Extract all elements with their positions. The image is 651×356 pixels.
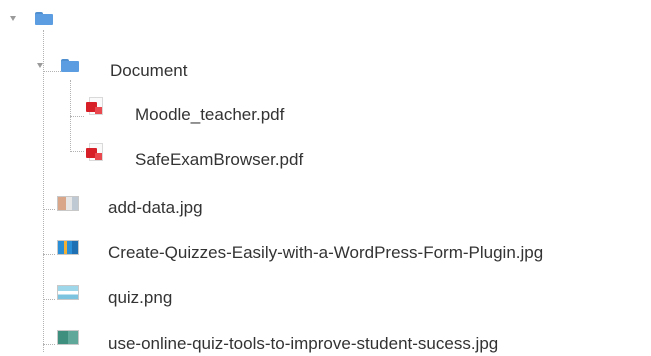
tree-connector-line [70,151,84,152]
caret-down-icon[interactable] [37,63,43,68]
tree-node-label[interactable]: Moodle_teacher.pdf [135,105,284,125]
tree-connector-line [43,30,44,352]
pdf-icon [86,143,103,161]
tree-node-label[interactable]: quiz.png [108,288,172,308]
tree-connector-line [43,254,55,255]
image-thumbnail-icon [57,285,79,300]
tree-node-label[interactable]: add-data.jpg [108,198,203,218]
file-tree: Document Moodle_teacher.pdf SafeExamBrow… [0,0,651,356]
pdf-icon [86,97,103,115]
tree-connector-line [43,344,55,345]
tree-connector-line [43,299,55,300]
tree-connector-line [43,71,61,72]
caret-down-icon[interactable] [10,16,16,21]
tree-node-label[interactable]: Create-Quizzes-Easily-with-a-WordPress-F… [108,243,543,263]
image-thumbnail-icon [57,240,79,255]
image-thumbnail-icon [57,330,79,345]
tree-connector-line [43,209,55,210]
tree-connector-line [70,116,84,117]
folder-icon [61,59,79,72]
image-thumbnail-icon [57,196,79,211]
tree-node-label[interactable]: Document [110,61,187,81]
tree-node-label[interactable]: use-online-quiz-tools-to-improve-student… [108,334,498,354]
folder-icon [35,12,53,25]
tree-node-label[interactable]: SafeExamBrowser.pdf [135,150,303,170]
